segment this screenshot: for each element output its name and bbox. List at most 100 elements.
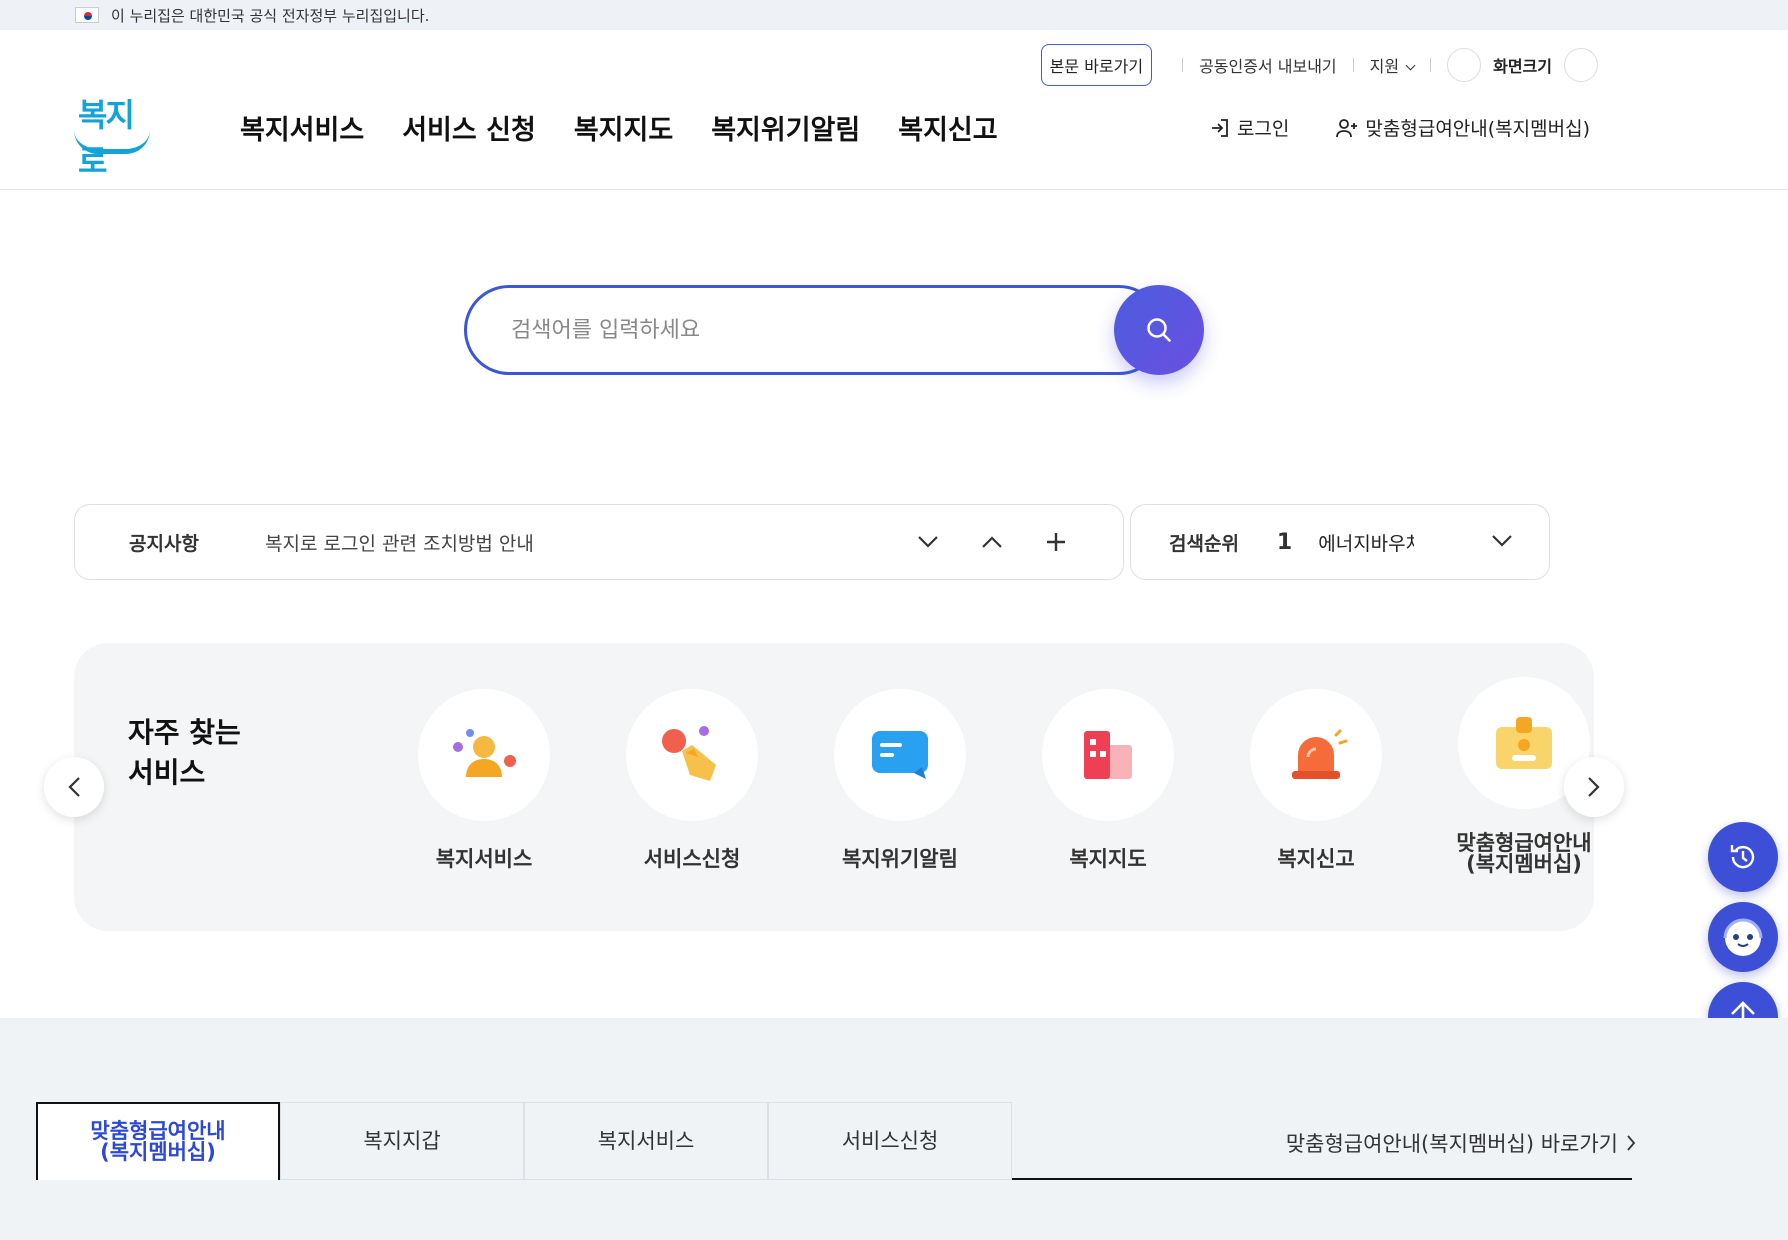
nav-welfare-service[interactable]: 복지서비스 [240, 108, 364, 147]
login-button[interactable]: 로그인 [1209, 114, 1289, 141]
font-size-label: 화면크기 [1493, 57, 1552, 76]
search-area [464, 285, 1204, 375]
nav-welfare-report[interactable]: 복지신고 [898, 108, 997, 147]
history-icon [1730, 845, 1755, 869]
skip-to-content-link[interactable]: 본문 바로가기 [1040, 44, 1153, 86]
membership-shortcut-link[interactable]: 맞춤형급여안내(복지멤버십) 바로가기 [1286, 1128, 1636, 1158]
chevron-left-icon [68, 777, 80, 797]
user-add-icon [1336, 118, 1358, 137]
zoom-out-button[interactable] [1447, 48, 1482, 82]
notice-text[interactable]: 복지로 로그인 관련 조치방법 안내 [265, 529, 911, 556]
service-label: 복지서비스 [435, 847, 533, 871]
carousel-prev-button[interactable] [44, 757, 104, 817]
service-item-welfare[interactable]: 복지서비스 [380, 689, 588, 875]
tab-label: 맞춤형급여안내 (복지멤버십) [90, 1121, 225, 1163]
logo-smile-icon [74, 130, 150, 154]
membership-button[interactable]: 맞춤형급여안내(복지멤버십) [1335, 114, 1590, 141]
recent-history-button[interactable] [1708, 822, 1778, 892]
id-card-icon [1496, 717, 1552, 769]
shortcut-label: 맞춤형급여안내(복지멤버십) 바로가기 [1285, 1132, 1618, 1156]
service-item-crisis[interactable]: 복지위기알림 [796, 689, 1004, 875]
tab-label: 서비스신청 [841, 1128, 939, 1153]
membership-label: 맞춤형급여안내(복지멤버십) [1365, 118, 1590, 140]
chevron-down-icon [1405, 60, 1416, 71]
divider [1430, 58, 1432, 72]
login-icon [1211, 118, 1228, 137]
notice-more-button[interactable] [1039, 525, 1073, 559]
siren-icon [1292, 729, 1348, 779]
service-label-line2: (복지멤버십) [1466, 852, 1582, 876]
nav-welfare-map[interactable]: 복지지도 [574, 108, 673, 147]
message-icon [872, 731, 928, 779]
notice-bar: 공지사항 복지로 로그인 관련 조치방법 안내 [74, 504, 1124, 580]
chatbot-icon [1723, 918, 1763, 956]
tab-label: 복지서비스 [597, 1128, 695, 1153]
service-item-report[interactable]: 복지신고 [1212, 689, 1420, 875]
search-icon [1147, 318, 1171, 342]
service-icon-circle [1042, 689, 1174, 821]
nav-crisis-alert[interactable]: 복지위기알림 [711, 108, 860, 147]
auth-area: 로그인 맞춤형급여안내(복지멤버십) [1209, 114, 1590, 141]
chatbot-button[interactable] [1708, 902, 1778, 972]
tab-list: 맞춤형급여안내 (복지멤버십) 복지지갑 복지서비스 서비스신청 [36, 1102, 1012, 1180]
support-label: 지원 [1369, 57, 1400, 76]
chevron-down-icon [918, 536, 938, 548]
rank-label: 검색순위 [1169, 532, 1239, 555]
service-label-line1: 맞춤형급여안내 [1456, 831, 1592, 855]
tab-label: 복지지갑 [363, 1128, 441, 1153]
frequent-title-line2: 서비스 [128, 756, 206, 789]
chevron-right-icon [1588, 777, 1600, 797]
search-button[interactable] [1114, 285, 1204, 375]
rank-dropdown-button[interactable] [1491, 533, 1513, 552]
notice-next-button[interactable] [911, 525, 945, 559]
tab-underline [1012, 1178, 1632, 1180]
service-icon-circle [1250, 689, 1382, 821]
support-dropdown[interactable]: 지원 [1369, 53, 1416, 77]
service-item-apply[interactable]: 서비스신청 [588, 689, 796, 875]
gov-banner-text: 이 누리집은 대한민국 공식 전자정부 누리집입니다. [111, 6, 430, 25]
frequent-items: 복지서비스 서비스신청 복지위기알림 복지지도 복지신고 맞춤형급여안내 (복지… [380, 677, 1628, 875]
plus-icon [1047, 533, 1065, 551]
divider [1182, 58, 1184, 72]
utility-bar: 본문 바로가기 공동인증서 내보내기 지원 화면크기 [1040, 44, 1598, 86]
tab-label-line1: 맞춤형급여안내 [90, 1119, 226, 1143]
frequent-services: 자주 찾는 서비스 복지서비스 서비스신청 복지위기알림 복지지도 복지신고 맞… [74, 643, 1594, 931]
notice-label: 공지사항 [129, 532, 199, 555]
search-input[interactable] [511, 310, 1071, 350]
frequent-title-line1: 자주 찾는 [128, 716, 241, 749]
chevron-up-icon [982, 536, 1002, 548]
zoom-in-button[interactable] [1564, 48, 1598, 82]
korea-flag-icon [75, 7, 99, 23]
login-label: 로그인 [1236, 118, 1290, 140]
building-icon [1084, 731, 1132, 779]
rank-number: 1 [1276, 529, 1293, 555]
people-icon [453, 729, 516, 777]
notice-prev-button[interactable] [975, 525, 1009, 559]
service-icon-circle [834, 689, 966, 821]
service-icon-circle [626, 689, 758, 821]
tab-welfare-service[interactable]: 복지서비스 [524, 1102, 768, 1180]
main-nav: 복지서비스 서비스 신청 복지지도 복지위기알림 복지신고 [240, 108, 998, 147]
service-item-map[interactable]: 복지지도 [1004, 689, 1212, 875]
hand-click-icon [662, 726, 716, 781]
service-icon-circle [418, 689, 550, 821]
tab-label-line2: (복지멤버십) [100, 1140, 216, 1164]
cert-export-link[interactable]: 공동인증서 내보내기 [1199, 53, 1337, 77]
service-label: 복지위기알림 [842, 847, 958, 871]
search-rank-bar: 검색순위 1 에너지바우처 [1130, 504, 1550, 580]
service-label: 복지지도 [1069, 847, 1147, 871]
tab-wallet[interactable]: 복지지갑 [280, 1102, 524, 1180]
logo[interactable]: 복지로 [74, 90, 150, 180]
nav-service-apply[interactable]: 서비스 신청 [402, 108, 536, 147]
gov-banner: 이 누리집은 대한민국 공식 전자정부 누리집입니다. [0, 0, 1788, 30]
divider [1352, 58, 1354, 72]
header: 본문 바로가기 공동인증서 내보내기 지원 화면크기 복지로 복지서비스 서비스… [0, 30, 1788, 190]
tab-service-apply[interactable]: 서비스신청 [768, 1102, 1012, 1180]
service-label-multiline: 맞춤형급여안내 (복지멤버십) [1456, 833, 1591, 875]
carousel-next-button[interactable] [1564, 757, 1624, 817]
rank-keyword[interactable]: 에너지바우처 [1318, 529, 1414, 556]
frequent-title: 자주 찾는 서비스 [128, 713, 241, 793]
search-box [464, 285, 1164, 375]
tab-membership[interactable]: 맞춤형급여안내 (복지멤버십) [36, 1102, 280, 1180]
service-label: 복지신고 [1277, 847, 1355, 871]
